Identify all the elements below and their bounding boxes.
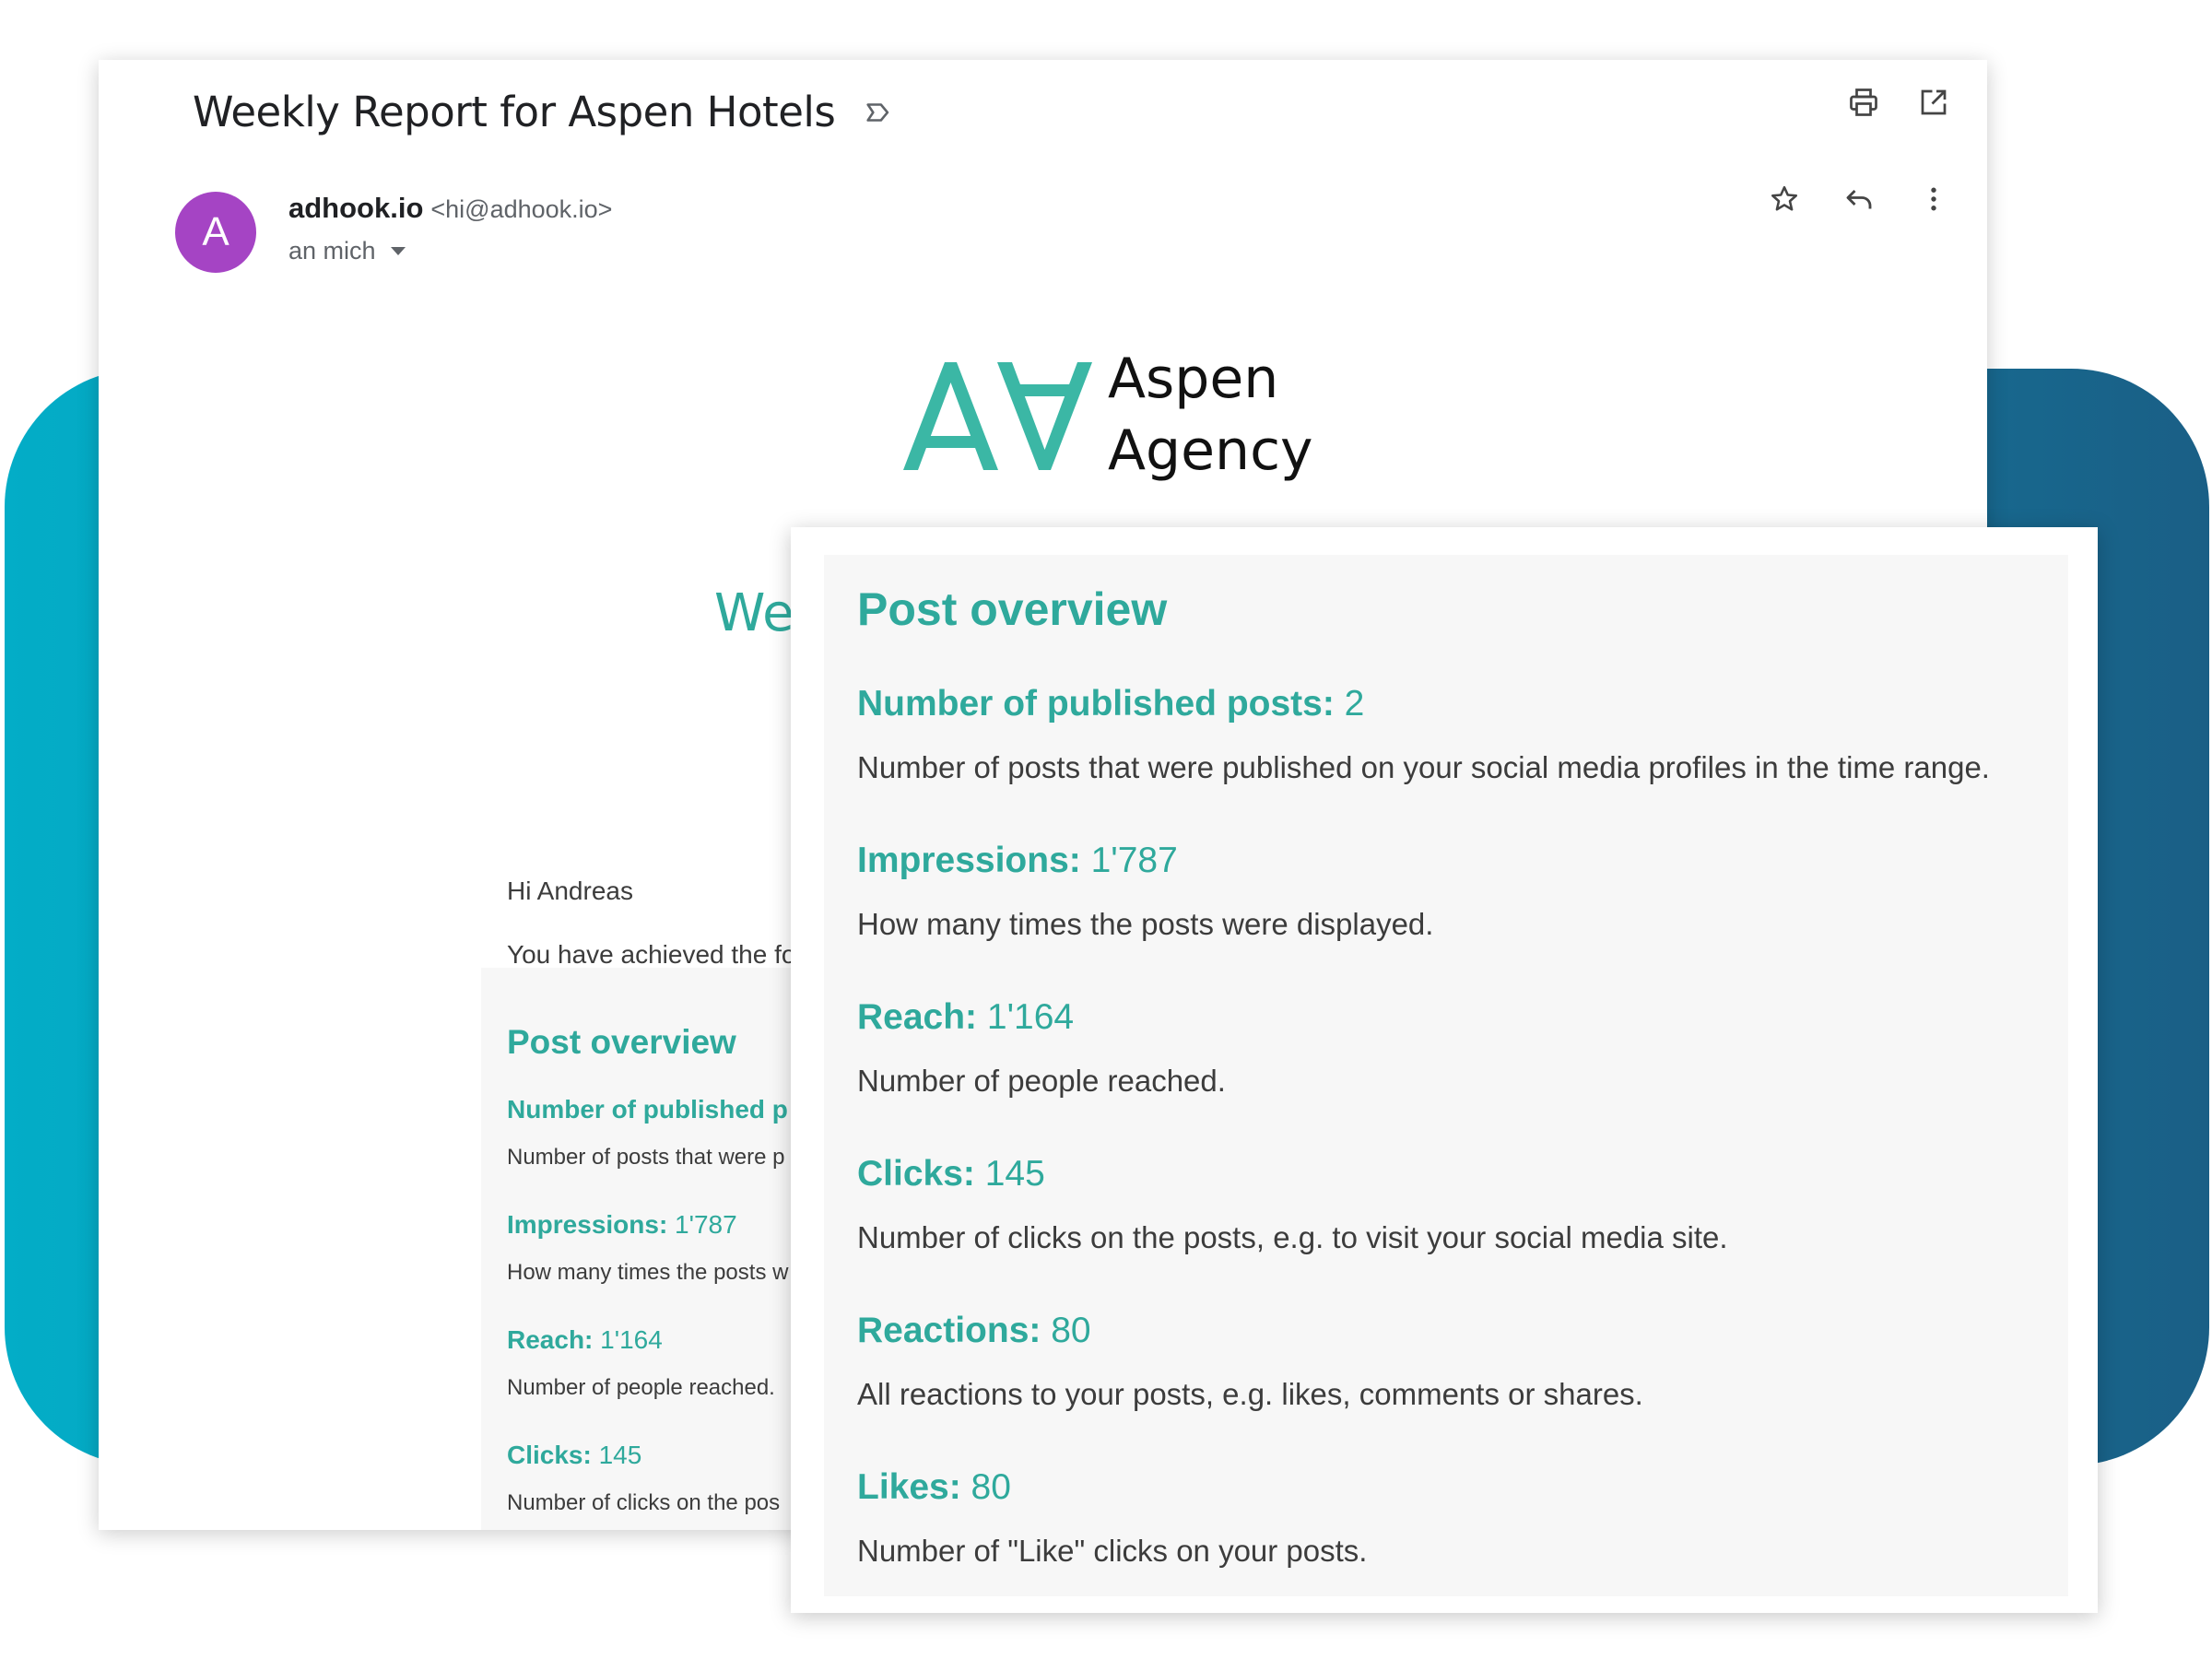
metric-description: All reactions to your posts, e.g. likes,… xyxy=(857,1377,1643,1411)
metric-value: 2 xyxy=(1334,684,1365,724)
metric-label: Clicks: xyxy=(507,1441,592,1469)
metric-description: Number of clicks on the pos xyxy=(507,1490,781,1515)
metric-label: Reactions: xyxy=(857,1311,1041,1350)
metric-description: Number of "Like" clicks on your posts. xyxy=(857,1534,1368,1568)
metric-value: 1'164 xyxy=(593,1325,663,1354)
recipient-label: an mich xyxy=(288,237,376,265)
top-actions xyxy=(1847,86,1950,119)
metric-value: 80 xyxy=(1041,1311,1091,1350)
metric-description: Number of people reached. xyxy=(857,1064,1226,1098)
reply-icon[interactable] xyxy=(1842,182,1876,216)
metric-value: 80 xyxy=(960,1467,1011,1507)
post-overview-title: Post overview xyxy=(507,1023,736,1061)
sender-avatar: A xyxy=(175,192,256,273)
chevron-down-icon xyxy=(390,247,406,255)
logo-wordmark: Aspen Agency xyxy=(1108,343,1313,487)
metric-description: How many times the posts w xyxy=(507,1260,789,1285)
metric-item: Clicks: 145 Number of clicks on the post… xyxy=(857,1154,1728,1255)
message-actions xyxy=(1768,182,1950,216)
subject-row: Weekly Report for Aspen Hotels xyxy=(193,88,894,136)
metric-label: Impressions: xyxy=(507,1210,668,1239)
metric-label: Clicks: xyxy=(857,1154,975,1194)
metric-label: Number of published posts: xyxy=(857,684,1335,724)
metric-value: 1'164 xyxy=(977,997,1075,1037)
intro-text: You have achieved the fo xyxy=(507,940,796,969)
metric-label: Reach: xyxy=(857,997,978,1037)
metric-value: 145 xyxy=(974,1154,1045,1194)
metric-description: How many times the posts were displayed. xyxy=(857,907,1434,941)
metric-description: Number of people reached. xyxy=(507,1375,775,1400)
star-icon[interactable] xyxy=(1768,182,1801,216)
metric-item: Number of published p Number of posts th… xyxy=(507,1095,788,1171)
open-in-new-window-icon[interactable] xyxy=(1917,86,1950,119)
more-vert-icon[interactable] xyxy=(1917,182,1950,216)
label-icon[interactable] xyxy=(863,97,894,128)
greeting-text: Hi Andreas xyxy=(507,877,633,905)
post-overview-panel: Post overview Number of published posts:… xyxy=(791,527,2098,1613)
metric-label: Impressions: xyxy=(857,841,1081,880)
metric-value: 145 xyxy=(591,1441,642,1469)
sender-info: adhook.io <hi@adhook.io> xyxy=(288,192,612,225)
metric-description: Number of clicks on the posts, e.g. to v… xyxy=(857,1220,1728,1254)
metric-label: Reach: xyxy=(507,1325,594,1354)
metric-item: Number of published posts: 2 Number of p… xyxy=(857,684,1990,785)
metric-item: Likes: 80 Number of "Like" clicks on you… xyxy=(857,1467,1367,1569)
report-heading: We xyxy=(714,583,794,643)
metric-label: Number of published p xyxy=(507,1095,788,1124)
logo-line-2: Agency xyxy=(1108,418,1313,483)
metric-item: Impressions: 1'787 How many times the po… xyxy=(507,1210,788,1286)
metric-item: Impressions: 1'787 How many times the po… xyxy=(857,841,1433,942)
print-icon[interactable] xyxy=(1847,86,1880,119)
logo-line-1: Aspen xyxy=(1108,347,1279,411)
metric-value: 1'787 xyxy=(1080,841,1178,880)
metric-item: Reach: 1'164 Number of people reached. xyxy=(857,997,1226,1099)
metric-item: Clicks: 145 Number of clicks on the pos xyxy=(507,1441,780,1516)
aspen-agency-logo-mark xyxy=(903,362,1092,470)
metric-item: Reach: 1'164 Number of people reached. xyxy=(507,1325,775,1401)
recipient-toggle[interactable]: an mich xyxy=(288,237,406,265)
sender-name: adhook.io xyxy=(288,192,424,224)
post-overview-panel-body: Post overview Number of published posts:… xyxy=(824,555,2068,1596)
aspen-agency-logo: Aspen Agency xyxy=(899,343,1313,487)
post-overview-heading: Post overview xyxy=(857,583,1168,635)
metric-description: Number of posts that were p xyxy=(507,1145,785,1170)
metric-value: 1'787 xyxy=(667,1210,737,1239)
metric-description: Number of posts that were published on y… xyxy=(857,750,1990,784)
email-subject: Weekly Report for Aspen Hotels xyxy=(193,88,836,136)
metric-label: Likes: xyxy=(857,1467,961,1507)
sender-email: <hi@adhook.io> xyxy=(430,195,613,223)
metric-item: Reactions: 80 All reactions to your post… xyxy=(857,1311,1643,1412)
